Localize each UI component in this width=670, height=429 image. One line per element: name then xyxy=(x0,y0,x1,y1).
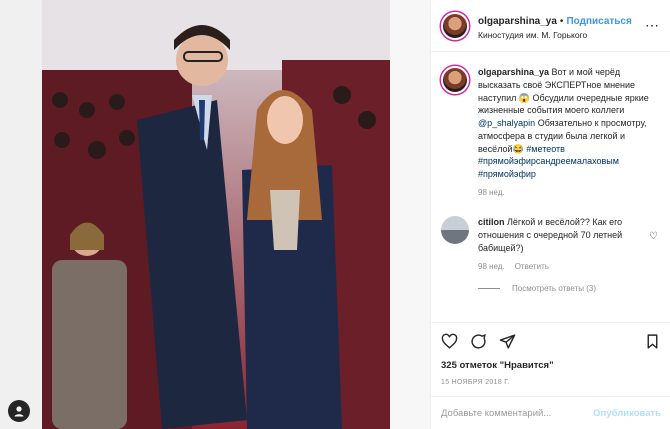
share-paperplane-icon[interactable] xyxy=(499,333,516,350)
comment-bubble-icon[interactable] xyxy=(470,333,487,350)
caption-avatar[interactable] xyxy=(441,66,469,94)
comment-age: 98 нед. xyxy=(478,261,505,271)
post-date: 15 НОЯБРЯ 2018 Г. xyxy=(441,379,510,386)
comment-body: citilon Лёгкой и весёлой?? Как его отнош… xyxy=(478,216,658,272)
bookmark-icon[interactable] xyxy=(644,333,661,350)
location-link[interactable]: Киностудия им. М. Горького xyxy=(478,30,632,41)
comment-item: citilon Лёгкой и весёлой?? Как его отнош… xyxy=(441,216,661,272)
commenter-avatar[interactable] xyxy=(441,216,469,245)
caption-username[interactable]: olgaparshina_ya xyxy=(478,67,549,77)
like-heart-icon[interactable] xyxy=(441,333,458,350)
caption-body: olgaparshina_ya Вот и мой черёд высказат… xyxy=(478,66,658,198)
comment-meta: 98 нед. Ответить xyxy=(478,261,658,272)
comment-username[interactable]: citilon xyxy=(478,217,505,227)
add-comment-bar: Добавьте комментарий... Опубликовать xyxy=(431,396,670,429)
likes-count[interactable]: 325 отметок "Нравится" xyxy=(441,360,661,371)
more-dots-icon[interactable]: ⋯ xyxy=(645,17,660,34)
author-avatar[interactable] xyxy=(441,11,469,40)
caption-comment: olgaparshina_ya Вот и мой черёд высказат… xyxy=(441,66,661,198)
post-actions: 325 отметок "Нравится" 15 НОЯБРЯ 2018 Г. xyxy=(431,322,670,386)
separator-dot: • xyxy=(559,16,564,28)
comment-input[interactable]: Добавьте комментарий... xyxy=(441,408,551,419)
caption-age: 98 нед. xyxy=(478,187,505,197)
post-header: olgaparshina_ya • Подписаться Киностудия и… xyxy=(431,0,670,52)
photo-image xyxy=(42,0,390,429)
view-replies-toggle[interactable]: Посмотреть ответы (3) xyxy=(478,284,661,293)
action-icons xyxy=(441,331,661,351)
tagged-users-button[interactable] xyxy=(8,400,30,422)
instagram-post-view: olgaparshina_ya • Подписаться Киностудия и… xyxy=(0,0,670,429)
backdrop xyxy=(0,0,42,429)
comment-like-heart-icon[interactable]: ♡ xyxy=(649,231,658,242)
post-photo[interactable] xyxy=(42,0,390,429)
caption-mention[interactable]: @p_shalyapin xyxy=(478,118,535,128)
reply-button[interactable]: Ответить xyxy=(515,262,549,271)
author-username[interactable]: olgaparshina_ya xyxy=(478,16,557,27)
header-text: olgaparshina_ya • Подписаться Киностудия и… xyxy=(478,10,632,41)
post-side-panel: olgaparshina_ya • Подписаться Киностудия и… xyxy=(430,0,670,429)
caption-meta: 98 нед. xyxy=(478,187,658,198)
person-icon xyxy=(14,406,24,417)
comments-list: olgaparshina_ya Вот и мой черёд высказат… xyxy=(431,56,670,293)
replies-line xyxy=(478,287,500,289)
follow-button[interactable]: Подписаться xyxy=(566,16,631,27)
publish-button[interactable]: Опубликовать xyxy=(593,408,661,419)
view-replies-label[interactable]: Посмотреть ответы (3) xyxy=(512,284,596,293)
